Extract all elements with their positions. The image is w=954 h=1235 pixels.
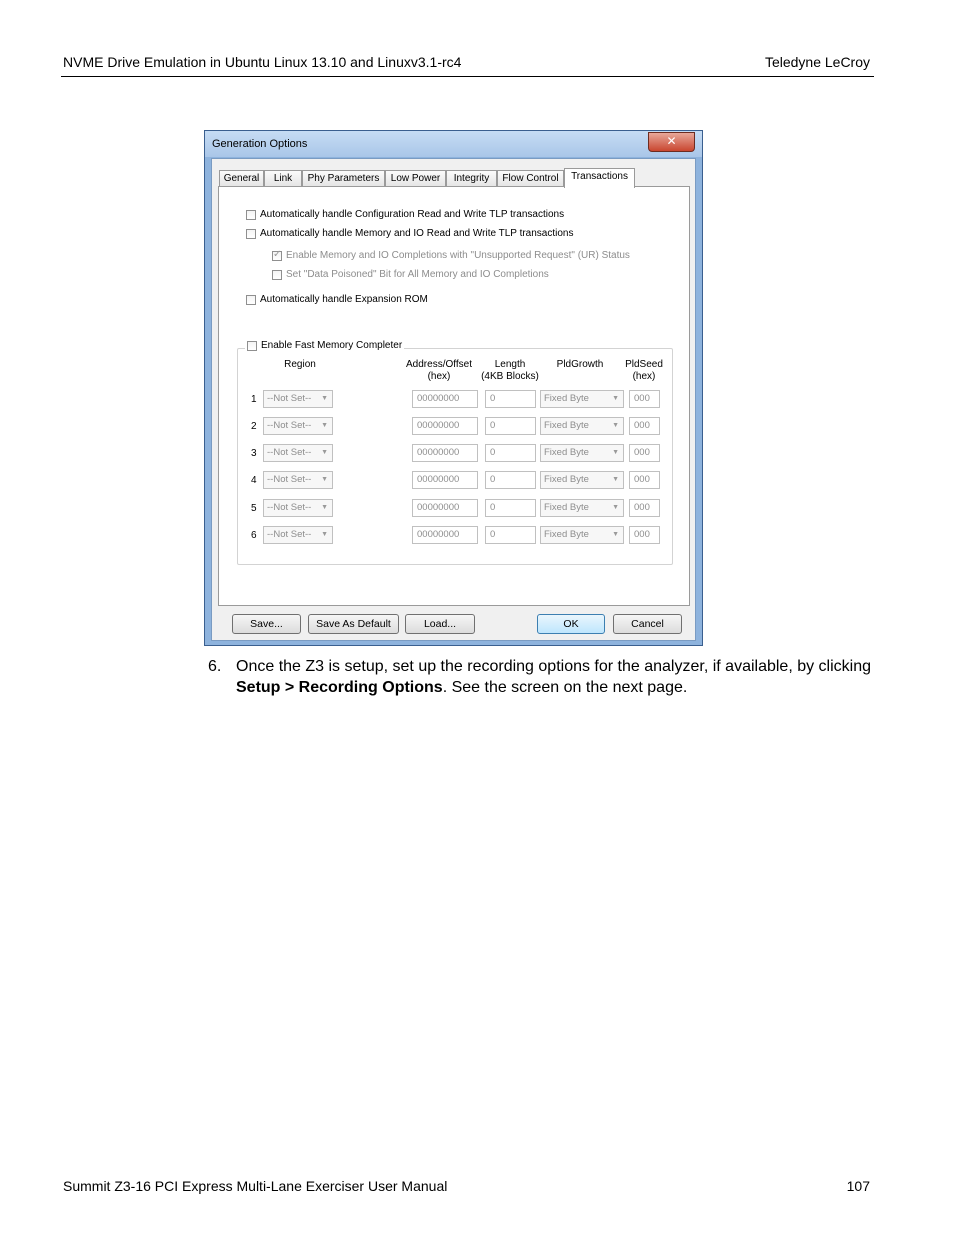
region-select[interactable]: --Not Set-- ▼ [263, 471, 333, 489]
pldseed-input[interactable]: 000 [629, 526, 660, 544]
address-input[interactable]: 00000000 [412, 390, 478, 408]
region-column-header: Region [284, 359, 316, 370]
tab-flow-control[interactable]: Flow Control [497, 170, 564, 186]
chevron-down-icon: ▼ [612, 531, 619, 538]
config-tlp-label: Automatically handle Configuration Read … [260, 209, 565, 220]
region-select[interactable]: --Not Set-- ▼ [263, 417, 333, 435]
chevron-down-icon: ▼ [612, 395, 619, 402]
chevron-down-icon: ▼ [321, 449, 328, 456]
header-rule [61, 76, 874, 77]
pldgrowth-select[interactable]: Fixed Byte ▼ [540, 444, 624, 462]
row-number: 3 [251, 448, 257, 459]
pldgrowth-select[interactable]: Fixed Byte ▼ [540, 390, 624, 408]
footer-manual-title: Summit Z3-16 PCI Express Multi-Lane Exer… [63, 1178, 448, 1194]
chevron-down-icon: ▼ [612, 504, 619, 511]
region-select[interactable]: --Not Set-- ▼ [263, 526, 333, 544]
region-select[interactable]: --Not Set-- ▼ [263, 390, 333, 408]
fast-memory-checkbox[interactable] [247, 340, 257, 351]
length-column-header: Length (4KB Blocks) [481, 359, 539, 382]
page-number: 107 [846, 1178, 870, 1194]
save-button[interactable]: Save... [232, 614, 301, 634]
tab-link[interactable]: Link [264, 170, 302, 186]
address-input[interactable]: 00000000 [412, 499, 478, 517]
row-number: 2 [251, 421, 257, 432]
mem-io-tlp-option[interactable]: Automatically handle Memory and IO Read … [246, 228, 574, 239]
mem-io-tlp-label: Automatically handle Memory and IO Read … [260, 228, 574, 239]
address-input[interactable]: 00000000 [412, 444, 478, 462]
region-select[interactable]: --Not Set-- ▼ [263, 444, 333, 462]
running-header-company: Teledyne LeCroy [764, 54, 870, 70]
close-icon[interactable]: ✕ [648, 132, 695, 152]
generation-options-dialog: Generation Options ✕ General Link Phy Pa… [204, 130, 703, 646]
pldseed-input[interactable]: 000 [629, 390, 660, 408]
pldgrowth-select[interactable]: Fixed Byte ▼ [540, 417, 624, 435]
data-poisoned-label: Set "Data Poisoned" Bit for All Memory a… [286, 269, 549, 280]
chevron-down-icon: ▼ [321, 504, 328, 511]
tab-low-power[interactable]: Low Power [385, 170, 446, 186]
pldgrowth-select[interactable]: Fixed Byte ▼ [540, 499, 624, 517]
cancel-button[interactable]: Cancel [613, 614, 682, 634]
load-button[interactable]: Load... [405, 614, 475, 634]
chevron-down-icon: ▼ [612, 476, 619, 483]
length-input[interactable]: 0 [485, 526, 536, 544]
pldseed-input[interactable]: 000 [629, 471, 660, 489]
step-number: 6. [208, 658, 222, 675]
row-number: 6 [251, 530, 257, 541]
row-number: 4 [251, 475, 257, 486]
chevron-down-icon: ▼ [321, 395, 328, 402]
dialog-title: Generation Options [212, 138, 308, 150]
chevron-down-icon: ▼ [321, 422, 328, 429]
address-input[interactable]: 00000000 [412, 471, 478, 489]
tab-phy-parameters[interactable]: Phy Parameters [302, 170, 385, 186]
fast-memory-option[interactable]: Enable Fast Memory Completer [245, 340, 405, 351]
dialog-titlebar[interactable]: Generation Options ✕ [205, 131, 702, 157]
step-text: Once the Z3 is setup, set up the recordi… [236, 658, 872, 696]
length-input[interactable]: 0 [485, 499, 536, 517]
pldseed-column-header: PldSeed (hex) [625, 359, 663, 382]
ur-status-checkbox[interactable] [272, 249, 282, 261]
data-poisoned-option[interactable]: Set "Data Poisoned" Bit for All Memory a… [272, 269, 549, 280]
config-tlp-checkbox[interactable] [246, 209, 256, 220]
pldgrowth-column-header: PldGrowth [556, 359, 604, 370]
ur-status-label: Enable Memory and IO Completions with "U… [286, 250, 630, 261]
address-column-header: Address/Offset (hex) [406, 359, 472, 382]
transactions-panel: Automatically handle Configuration Read … [218, 186, 690, 606]
fast-memory-label: Enable Fast Memory Completer [261, 340, 403, 351]
pldseed-input[interactable]: 000 [629, 499, 660, 517]
expansion-rom-option[interactable]: Automatically handle Expansion ROM [246, 294, 428, 305]
save-as-default-button[interactable]: Save As Default [308, 614, 399, 634]
pldgrowth-select[interactable]: Fixed Byte ▼ [540, 526, 624, 544]
tab-general[interactable]: General [219, 170, 264, 186]
address-input[interactable]: 00000000 [412, 417, 478, 435]
ok-button[interactable]: OK [537, 614, 605, 634]
mem-io-tlp-checkbox[interactable] [246, 228, 256, 239]
chevron-down-icon: ▼ [321, 531, 328, 538]
address-input[interactable]: 00000000 [412, 526, 478, 544]
running-header-title: NVME Drive Emulation in Ubuntu Linux 13.… [63, 54, 462, 70]
dialog-client-area: General Link Phy Parameters Low Power In… [211, 158, 696, 641]
pldgrowth-select[interactable]: Fixed Byte ▼ [540, 471, 624, 489]
row-number: 1 [251, 394, 257, 405]
config-tlp-option[interactable]: Automatically handle Configuration Read … [246, 209, 564, 220]
length-input[interactable]: 0 [485, 471, 536, 489]
length-input[interactable]: 0 [485, 417, 536, 435]
menu-path: Setup > Recording Options [236, 679, 443, 696]
data-poisoned-checkbox[interactable] [272, 269, 282, 280]
chevron-down-icon: ▼ [321, 476, 328, 483]
length-input[interactable]: 0 [485, 444, 536, 462]
chevron-down-icon: ▼ [612, 449, 619, 456]
row-number: 5 [251, 503, 257, 514]
chevron-down-icon: ▼ [612, 422, 619, 429]
ur-status-option[interactable]: Enable Memory and IO Completions with "U… [272, 249, 630, 261]
tab-integrity[interactable]: Integrity [446, 170, 497, 186]
length-input[interactable]: 0 [485, 390, 536, 408]
expansion-rom-checkbox[interactable] [246, 294, 256, 305]
region-select[interactable]: --Not Set-- ▼ [263, 499, 333, 517]
pldseed-input[interactable]: 000 [629, 444, 660, 462]
pldseed-input[interactable]: 000 [629, 417, 660, 435]
expansion-rom-label: Automatically handle Expansion ROM [260, 294, 428, 305]
tab-transactions[interactable]: Transactions [564, 168, 635, 188]
